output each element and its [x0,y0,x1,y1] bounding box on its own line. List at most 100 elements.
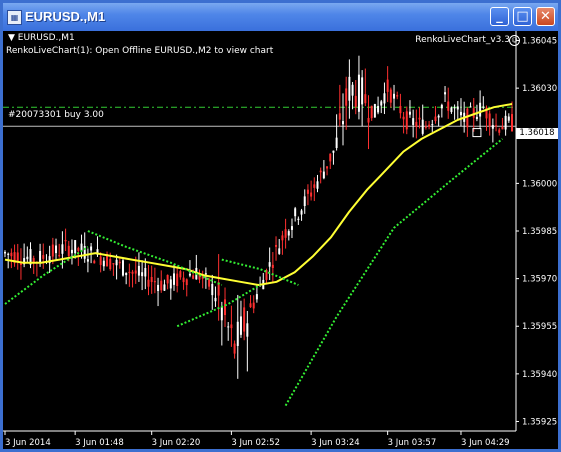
candle-body [335,137,338,148]
candle-body [488,113,491,127]
candle-body [351,84,354,96]
current-price-marker: 1.36018 [516,128,558,139]
indicator-info-label: RenkoLiveChart(1): Open Offline EURUSD.,… [6,46,274,56]
candle-body [233,343,236,354]
candle-body [482,106,485,108]
title-bar[interactable]: ▦ EURUSD.,M1 _ □ ✕ [3,3,558,31]
candle-body [102,260,105,267]
candle-body [491,125,494,129]
price-tick-label: 1.36030 [522,84,557,94]
candle-body [447,101,450,111]
candle-body [182,277,185,283]
candle-body [377,105,380,113]
candle-body [4,252,6,254]
candle-body [32,258,35,263]
candle-body [90,246,93,251]
candle-body [157,284,160,291]
candle-body [147,279,150,287]
candle-body [227,326,230,328]
candle-body [475,116,478,120]
candle-body [367,117,370,123]
candle-body [383,93,386,104]
window-title: EURUSD.,M1 [25,9,106,24]
candle-body [173,273,175,285]
candle-body [176,273,179,287]
candle-body [67,245,70,256]
candle-body [70,249,73,254]
candle-body [313,184,316,188]
chart-canvas[interactable]: 1.360451.360301.360151.360001.359851.359… [3,31,558,449]
candle-body [252,302,255,309]
candle-body [450,107,453,112]
candle-body [424,126,427,128]
candle-body [418,117,421,120]
candle-body [322,171,325,179]
maximize-button[interactable]: □ [513,7,532,26]
candle-body [396,95,399,97]
candle-body [373,104,376,118]
candle-body [434,116,437,122]
candle-body [408,111,411,115]
candle-body [466,108,469,128]
candle-body [74,240,77,254]
candle-body [412,118,415,125]
candle-body [361,77,364,105]
candle-body [86,259,89,262]
candle-body [93,260,96,264]
candle-body [421,119,424,134]
time-tick-label: 3 Jun 03:24 [311,438,360,448]
candle-body [399,105,402,114]
candle-body [495,125,498,127]
candle-body [268,262,271,267]
close-button[interactable]: ✕ [536,7,555,26]
candle-body [144,268,147,277]
candle-body [278,248,281,254]
time-tick-label: 3 Jun 02:52 [231,438,280,448]
candle-body [431,124,434,126]
candle-body [230,324,233,329]
candle-body [306,189,309,194]
candle-body [179,271,182,278]
candle-body [310,192,313,197]
candle-body [109,258,112,270]
candle-body [10,252,13,257]
time-tick-label: 3 Jun 04:29 [461,438,510,448]
candle-body [319,170,322,173]
candle-body [326,166,329,169]
candle-body [141,272,144,277]
time-tick-label: 3 Jun 03:57 [388,438,437,448]
candle-body [153,281,156,283]
candle-body [118,261,121,264]
candle-body [51,244,54,257]
minimize-button[interactable]: _ [490,7,509,26]
candle-body [338,113,341,120]
candle-body [504,115,507,130]
candle-body [428,124,431,127]
time-tick-label: 3 Jun 01:48 [75,438,124,448]
candle-body [128,271,131,274]
smiley-icon: ☺ [509,35,520,46]
candle-body [137,265,140,276]
candle-body [77,248,80,251]
candle-body [444,92,447,95]
candle-body [243,307,246,332]
candle-body [275,244,278,247]
candle-body [192,275,195,279]
candle-body [169,279,172,289]
candle-body [357,74,360,112]
candle-body [386,79,389,92]
candle-body [284,229,287,238]
price-tick-label: 1.35940 [522,370,557,380]
candle-body [329,153,332,162]
candle-body [121,260,124,276]
candle-body [300,210,303,215]
candle-body [332,150,335,153]
candle-body [220,306,223,321]
candle-body [370,105,373,119]
candle-body [185,279,188,286]
candle-body [58,255,61,257]
candle-body [440,104,443,109]
price-chart[interactable]: 1.360451.360301.360151.360001.359851.359… [3,31,558,449]
candle-body [342,121,344,125]
candle-body [214,297,217,302]
